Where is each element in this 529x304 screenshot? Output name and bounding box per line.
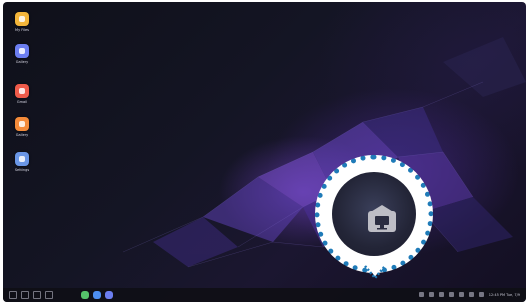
volume-icon[interactable] bbox=[448, 292, 454, 297]
mail-icon bbox=[15, 84, 29, 98]
desktop-icon-label: Gallery bbox=[15, 133, 29, 137]
desktop-icon-gmail[interactable]: Gmail bbox=[11, 84, 33, 105]
photos-icon bbox=[15, 117, 29, 131]
dex-mode-icon[interactable] bbox=[367, 205, 397, 233]
settings-icon bbox=[15, 152, 29, 166]
system-tray: 12:45 PM Tue, 7/9 bbox=[418, 292, 520, 297]
taskbar: 12:45 PM Tue, 7/9 bbox=[3, 288, 526, 302]
taskbar-app-1[interactable] bbox=[81, 291, 89, 299]
wallpaper-polygons bbox=[122, 37, 526, 268]
screenshot-icon[interactable] bbox=[478, 292, 484, 297]
gallery-icon bbox=[15, 44, 29, 58]
desktop-icon-label: Gmail bbox=[16, 100, 28, 104]
recents-icon[interactable] bbox=[21, 291, 29, 299]
taskbar-left bbox=[9, 291, 113, 299]
callout-magnifier bbox=[315, 155, 433, 273]
callout-pointer-border bbox=[364, 265, 386, 280]
desktop-icon-settings[interactable]: Settings bbox=[11, 152, 33, 173]
battery-icon[interactable] bbox=[468, 292, 474, 297]
desktop-icon-label: Gallery bbox=[15, 60, 29, 64]
desktop-icon-label: Settings bbox=[14, 168, 30, 172]
desktop-icon-label: My Files bbox=[15, 28, 29, 32]
desktop-screen: My Files Gallery Gmail Gallery Settings bbox=[3, 2, 526, 302]
home-icon[interactable] bbox=[33, 291, 41, 299]
taskbar-app-3[interactable] bbox=[105, 291, 113, 299]
desktop-icon-gallery-2[interactable]: Gallery bbox=[11, 117, 33, 138]
wifi-icon[interactable] bbox=[458, 292, 464, 297]
keyboard-icon[interactable] bbox=[438, 292, 444, 297]
folder-icon bbox=[15, 12, 29, 26]
desktop-icon-my-files[interactable]: My Files bbox=[11, 12, 33, 33]
dex-taskbar-icon[interactable] bbox=[428, 292, 434, 297]
taskbar-app-2[interactable] bbox=[93, 291, 101, 299]
desktop-icon-gallery[interactable]: Gallery bbox=[11, 44, 33, 65]
clock[interactable]: 12:45 PM Tue, 7/9 bbox=[489, 293, 520, 297]
apps-icon[interactable] bbox=[9, 291, 17, 299]
notification-icon[interactable] bbox=[418, 292, 424, 297]
back-icon[interactable] bbox=[45, 291, 53, 299]
callout-inner bbox=[332, 172, 416, 256]
